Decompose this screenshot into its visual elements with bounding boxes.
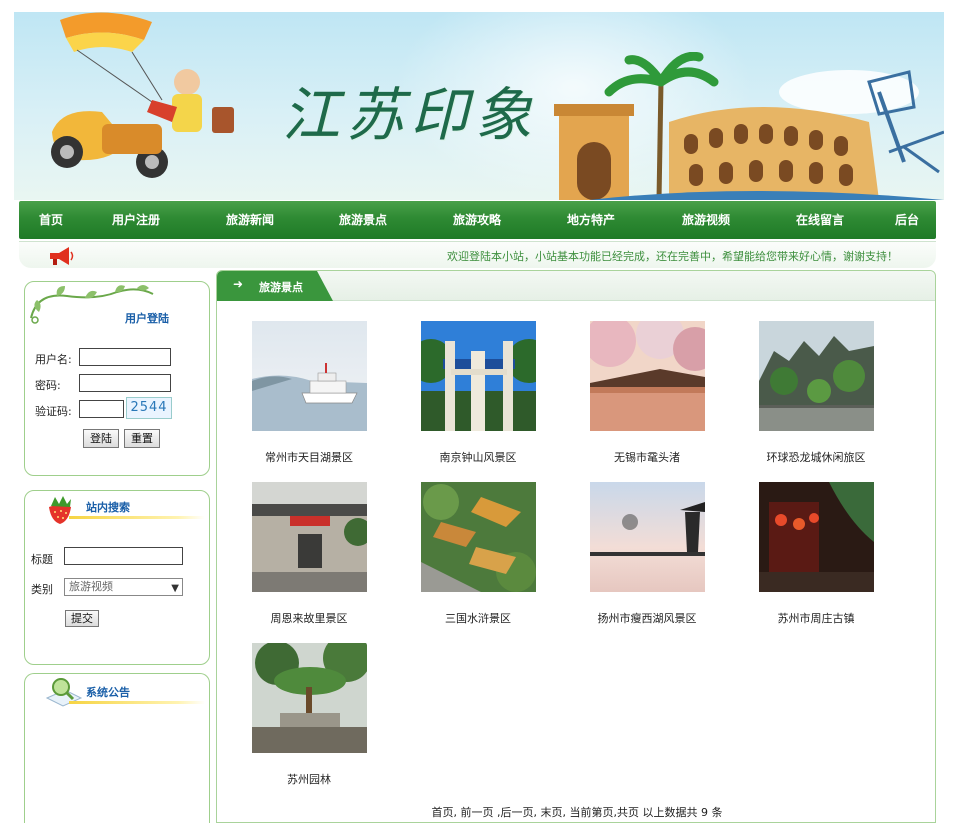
search-box-header: 站内搜索 — [25, 491, 209, 531]
nav-item-specialties[interactable]: 地方特产 — [558, 201, 624, 239]
spot-name[interactable]: 苏州市周庄古镇 — [741, 610, 891, 626]
login-box: 用户登陆 用户名: 密码: 验证码: 2544 登陆 重置 — [24, 281, 210, 476]
nav-item-register[interactable]: 用户注册 — [103, 201, 169, 239]
search-submit-button[interactable]: 提交 — [65, 610, 99, 627]
megaphone-icon — [50, 247, 74, 265]
spot-name[interactable]: 苏州园林 — [234, 771, 384, 787]
login-button[interactable]: 登陆 — [83, 429, 119, 448]
nav-item-news[interactable]: 旅游新闻 — [217, 201, 283, 239]
login-box-title: 用户登陆 — [125, 312, 169, 325]
nav-item-messages[interactable]: 在线留言 — [787, 201, 853, 239]
captcha-input[interactable] — [79, 400, 124, 418]
reset-button[interactable]: 重置 — [124, 429, 160, 448]
username-input[interactable] — [79, 348, 171, 366]
search-box-title: 站内搜索 — [86, 501, 130, 514]
spot-name[interactable]: 南京钟山风景区 — [403, 449, 553, 465]
login-box-header: 用户登陆 — [25, 282, 209, 325]
spot-name[interactable]: 扬州市瘦西湖风景区 — [572, 610, 722, 626]
nav-item-videos[interactable]: 旅游视频 — [673, 201, 739, 239]
password-label: 密码: — [35, 379, 61, 392]
spot-name[interactable]: 无锡市鼋头渚 — [572, 449, 722, 465]
spot-thumbnail-three-kingdoms-water-margin[interactable] — [421, 482, 536, 592]
main-nav: 首页 用户注册 旅游新闻 旅游景点 旅游攻略 地方特产 旅游视频 在线留言 后台 — [19, 201, 936, 239]
password-input[interactable] — [79, 374, 171, 392]
announcement-box: 系统公告 — [24, 673, 210, 823]
banner-title: 江苏印象 — [282, 81, 539, 149]
spot-name[interactable]: 常州市天目湖景区 — [234, 449, 384, 465]
strawberry-icon — [49, 496, 71, 524]
announcement-box-header-line — [69, 701, 205, 704]
announcement-box-title: 系统公告 — [86, 686, 130, 699]
spot-name[interactable]: 环球恐龙城休闲旅区 — [741, 449, 891, 465]
spot-thumbnail-slender-west-lake[interactable] — [590, 482, 705, 592]
nav-item-home[interactable]: 首页 — [27, 201, 75, 239]
spot-name[interactable]: 周恩来故里景区 — [234, 610, 384, 626]
spot-thumbnail-dinosaur-park[interactable] — [759, 321, 874, 431]
site-banner: 江苏印象 — [14, 12, 944, 200]
arrow-right-icon: ➜ — [233, 277, 244, 291]
search-category-label: 类别 — [31, 583, 53, 596]
spot-name[interactable]: 三国水浒景区 — [403, 610, 553, 626]
search-box: 站内搜索 标题 类别 旅游视频 ▼ 提交 — [24, 490, 210, 665]
main-panel: ➜ 旅游景点 常州市天目湖景区 南京钟山风景区 无锡市鼋头渚 环球恐龙城休闲旅区… — [216, 270, 936, 823]
username-label: 用户名: — [35, 353, 72, 366]
spot-thumbnail-zhongshan[interactable] — [421, 321, 536, 431]
notice-bar: 欢迎登陆本小站，小站基本功能已经完成，还在完善中，希望能给您带来好心情，谢谢支持… — [19, 241, 936, 268]
paraglider-scooter-illustration — [51, 12, 234, 178]
captcha-image[interactable]: 2544 — [126, 397, 172, 419]
spot-thumbnail-zhou-enlai-hometown[interactable] — [252, 482, 367, 592]
landmarks-illustration — [554, 52, 944, 200]
spot-thumbnail-zhouzhuang[interactable] — [759, 482, 874, 592]
main-panel-header: ➜ 旅游景点 — [217, 271, 935, 301]
search-box-header-line — [69, 516, 205, 519]
nav-item-spots[interactable]: 旅游景点 — [330, 201, 396, 239]
search-title-input[interactable] — [64, 547, 183, 565]
main-tab-label: 旅游景点 — [259, 281, 303, 294]
nav-item-guides[interactable]: 旅游攻略 — [444, 201, 510, 239]
announcement-box-header: 系统公告 — [25, 674, 209, 714]
notice-text: 欢迎登陆本小站，小站基本功能已经完成，还在完善中，希望能给您带来好心情，谢谢支持… — [447, 250, 898, 263]
search-category-selected: 旅游视频 — [69, 580, 113, 593]
spot-thumbnail-yuantouzhu[interactable] — [590, 321, 705, 431]
captcha-label: 验证码: — [35, 405, 72, 418]
page: 江苏印象 首页 用户注册 旅游新闻 旅游景点 旅游攻略 地方特产 旅游视频 在线… — [0, 0, 960, 823]
spot-thumbnail-suzhou-gardens[interactable] — [252, 643, 367, 753]
chevron-down-icon: ▼ — [171, 583, 179, 594]
search-title-label: 标题 — [31, 553, 53, 566]
search-category-select[interactable]: 旅游视频 ▼ — [64, 578, 183, 596]
pagination[interactable]: 首页, 前一页 ,后一页, 末页, 当前第页,共页 以上数据共 9 条 — [217, 804, 937, 820]
nav-item-admin[interactable]: 后台 — [887, 201, 927, 239]
spot-thumbnail-tianmu-lake[interactable] — [252, 321, 367, 431]
